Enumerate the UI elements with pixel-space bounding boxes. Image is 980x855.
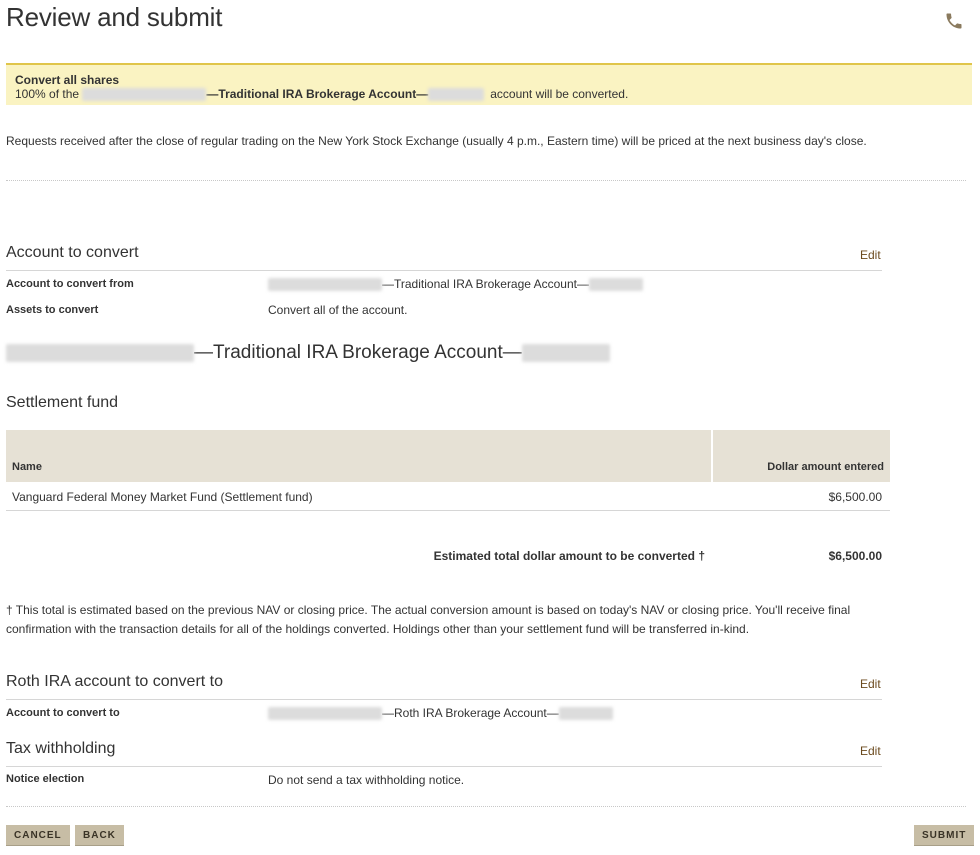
pricing-notice: Requests received after the close of reg… — [6, 134, 867, 148]
settlement-fund-title: Settlement fund — [6, 394, 119, 411]
edit-account-to-convert-link[interactable]: Edit — [860, 248, 881, 262]
roth-account-title: Roth IRA account to convert to — [6, 673, 224, 690]
account-to-value: —Roth IRA Brokerage Account— — [268, 706, 613, 721]
alert-title: Convert all shares — [15, 73, 120, 87]
phone-icon[interactable] — [944, 10, 964, 32]
account-to-convert-title: Account to convert — [6, 244, 139, 261]
fund-name: Vanguard Federal Money Market Fund (Sett… — [12, 490, 313, 504]
notice-election-label: Notice election — [6, 773, 85, 785]
total-value: $6,500.00 — [828, 549, 882, 563]
tax-withholding-title: Tax withholding — [6, 740, 116, 757]
divider — [6, 806, 966, 807]
redacted-text — [6, 343, 194, 362]
redacted-text — [428, 88, 485, 102]
divider — [6, 180, 966, 181]
table-header-amount: Dollar amount entered — [713, 430, 890, 482]
account-from-label: Account to convert from — [6, 278, 134, 290]
edit-tax-withholding-link[interactable]: Edit — [860, 744, 881, 758]
account-heading: —Traditional IRA Brokerage Account— — [6, 342, 610, 364]
assets-to-convert-label: Assets to convert — [6, 304, 99, 316]
submit-button[interactable]: SUBMIT — [914, 825, 975, 846]
back-button[interactable]: BACK — [75, 825, 124, 846]
redacted-text — [82, 88, 207, 102]
redacted-text — [268, 707, 382, 721]
footnote: † This total is estimated based on the p… — [6, 603, 851, 636]
redacted-text — [268, 278, 382, 292]
table-row-divider — [6, 510, 890, 511]
divider — [6, 699, 882, 700]
redacted-text — [558, 707, 613, 721]
alert-message: 100% of the —Traditional IRA Brokerage A… — [15, 87, 629, 102]
redacted-text — [521, 343, 610, 362]
account-from-value: —Traditional IRA Brokerage Account— — [268, 277, 643, 292]
cancel-button[interactable]: CANCEL — [6, 825, 70, 846]
edit-roth-account-link[interactable]: Edit — [860, 677, 881, 691]
conversion-alert: Convert all shares 100% of the —Traditio… — [6, 63, 972, 105]
redacted-text — [589, 278, 643, 292]
table-header-name: Name — [6, 430, 711, 482]
page-title: Review and submit — [6, 2, 223, 32]
divider — [6, 270, 882, 271]
notice-election-value: Do not send a tax withholding notice. — [268, 773, 465, 787]
fund-amount: $6,500.00 — [828, 490, 882, 504]
account-to-label: Account to convert to — [6, 707, 120, 719]
divider — [6, 766, 882, 767]
assets-to-convert-value: Convert all of the account. — [268, 303, 408, 317]
total-label: Estimated total dollar amount to be conv… — [433, 549, 705, 563]
